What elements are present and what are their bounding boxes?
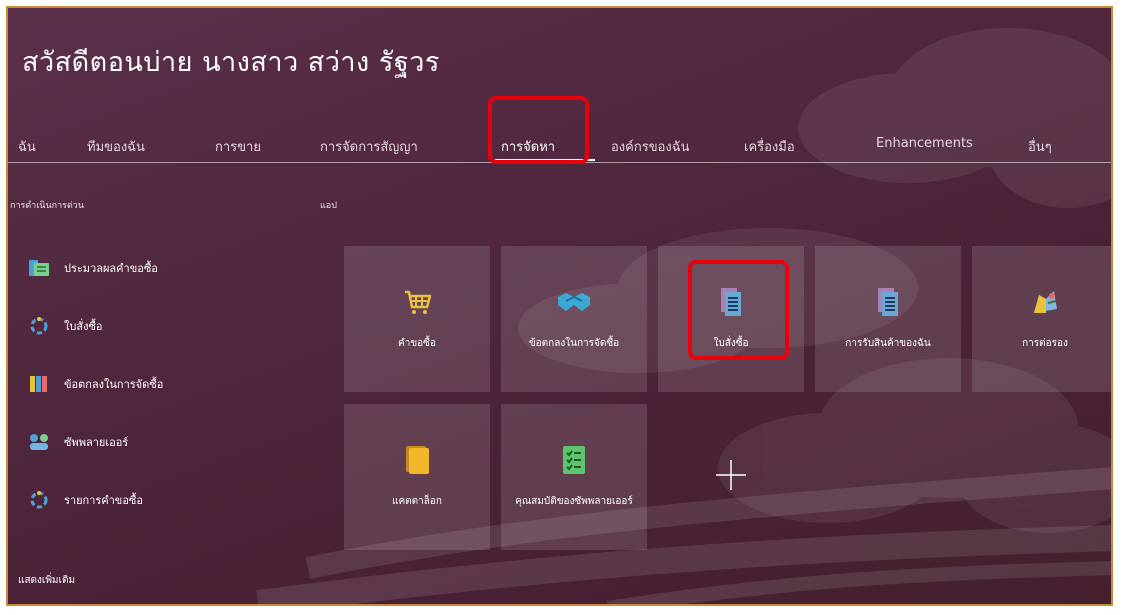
quick-action-label: ประมวลผลคำขอซื้อ [64, 262, 158, 275]
app-tile-negotiations[interactable]: การต่อรอง [972, 246, 1111, 392]
app-tile-label: คุณสมบัติของซัพพลายเออร์ [515, 496, 633, 507]
quick-actions-title: การดำเนินการด่วน [10, 201, 85, 211]
apps-title: แอป [320, 201, 337, 211]
quick-action-label: ข้อตกลงในการจัดซื้อ [64, 378, 164, 391]
cart-icon [344, 284, 490, 320]
plus-icon [714, 458, 748, 496]
quick-action-purchase-order[interactable]: ใบสั่งซื้อ [28, 316, 103, 336]
app-tile-requisitions[interactable]: คำขอซื้อ [344, 246, 490, 392]
quick-action-purchase-agreement[interactable]: ข้อตกลงในการจัดซื้อ [28, 374, 163, 394]
quick-action-supplier[interactable]: ซัพพลายเออร์ [28, 432, 128, 452]
document-icon [658, 284, 804, 320]
purchase-agreement-icon [28, 374, 50, 394]
supplier-icon [28, 432, 50, 452]
page-greeting: สวัสดีตอนบ่าย นางสาว สว่าง รัฐวร [22, 47, 440, 78]
tab-enhancements[interactable]: Enhancements [876, 136, 973, 151]
catalog-icon [344, 442, 490, 478]
quick-action-requisition-list[interactable]: รายการคำขอซื้อ [28, 490, 143, 510]
app-tile-supplier-qualification[interactable]: คุณสมบัติของซัพพลายเออร์ [501, 404, 647, 550]
quick-action-label: รายการคำขอซื้อ [64, 494, 144, 507]
app-tile-purchase-agreements[interactable]: ข้อตกลงในการจัดซื้อ [501, 246, 647, 392]
app-tile-my-receipts[interactable]: การรับสินค้าของฉัน [815, 246, 961, 392]
nav-divider [8, 162, 1111, 163]
app-tile-catalog[interactable]: แคตตาล็อก [344, 404, 490, 550]
app-tile-label: การรับสินค้าของฉัน [845, 338, 931, 349]
tab-sales[interactable]: การขาย [215, 136, 261, 157]
app-tile-label: ใบสั่งซื้อ [713, 338, 749, 349]
negotiation-icon [972, 284, 1111, 320]
show-more-link[interactable]: แสดงเพิ่มเติม [18, 573, 75, 588]
app-tile-label: ข้อตกลงในการจัดซื้อ [528, 338, 620, 349]
app-frame: สวัสดีตอนบ่าย นางสาว สว่าง รัฐวร ฉัน ทีม… [6, 6, 1113, 606]
tab-others[interactable]: อื่นๆ [1028, 136, 1052, 157]
tab-tools[interactable]: เครื่องมือ [744, 136, 795, 157]
tab-contract-management[interactable]: การจัดการสัญญา [320, 136, 418, 157]
purchase-order-icon [28, 316, 50, 336]
quick-action-process-requisition[interactable]: ประมวลผลคำขอซื้อ [28, 258, 158, 278]
tab-procurement[interactable]: การจัดหา [501, 136, 555, 157]
quick-action-label: ซัพพลายเออร์ [64, 436, 129, 449]
process-requisition-icon [28, 258, 50, 278]
checklist-icon [501, 442, 647, 478]
document-icon [815, 284, 961, 320]
requisition-list-icon [28, 490, 50, 510]
tab-my-team[interactable]: ทีมของฉัน [87, 136, 145, 157]
tab-me[interactable]: ฉัน [18, 136, 36, 157]
app-tile-label: แคตตาล็อก [392, 496, 442, 507]
handshake-icon [501, 284, 647, 320]
add-app-button[interactable] [658, 404, 804, 550]
tab-my-organization[interactable]: องค์กรของฉัน [611, 136, 690, 157]
app-tile-purchase-orders[interactable]: ใบสั่งซื้อ [658, 246, 804, 392]
app-tile-label: คำขอซื้อ [398, 338, 436, 349]
app-tile-label: การต่อรอง [1022, 338, 1068, 349]
quick-action-label: ใบสั่งซื้อ [64, 320, 103, 333]
active-tab-indicator [495, 159, 595, 161]
